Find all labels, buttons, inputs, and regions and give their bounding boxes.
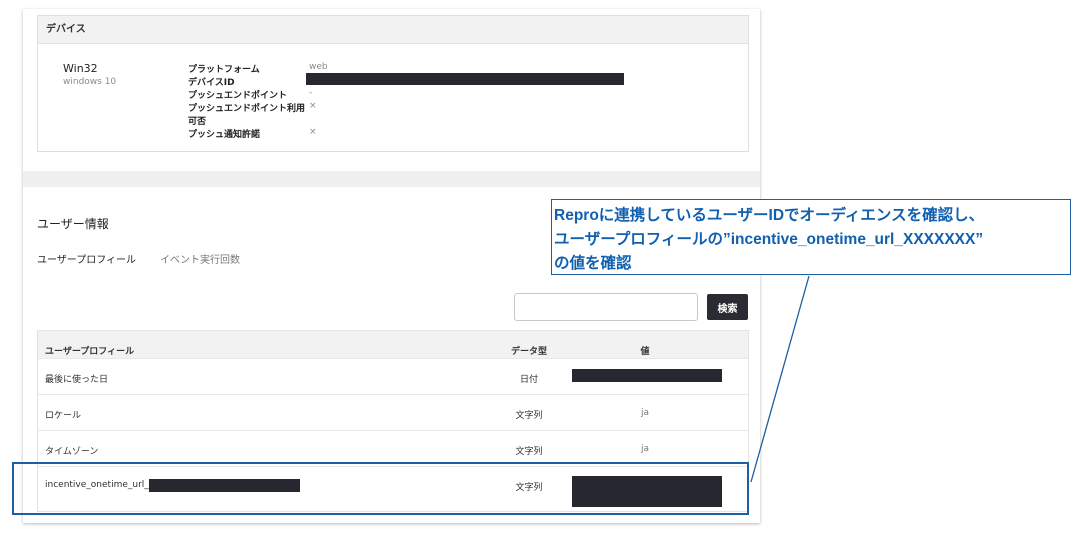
annotation-line: Reproに連携しているユーザーIDでオーディエンスを確認し、 <box>554 207 985 224</box>
annotation-line: の値を確認 <box>554 255 632 272</box>
annotation-callout: Reproに連携しているユーザーIDでオーディエンスを確認し、 ユーザープロフィ… <box>551 199 1071 275</box>
annotation-line: ユーザープロフィールの”incentive_onetime_url_XXXXXX… <box>554 231 984 248</box>
